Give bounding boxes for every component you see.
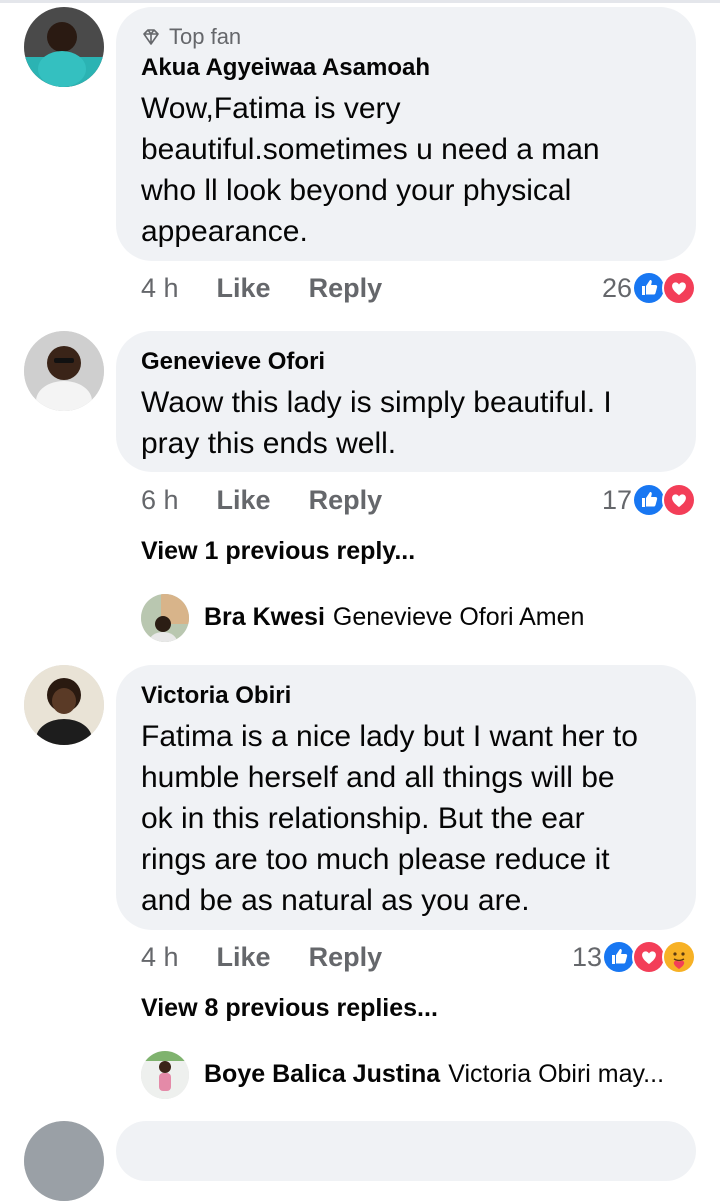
like-button[interactable]: Like <box>217 942 271 973</box>
reply-author[interactable]: Bra Kwesi <box>204 603 325 631</box>
reply-button[interactable]: Reply <box>309 273 383 304</box>
comment-text: Wow,Fatima is very beautiful.sometimes u… <box>141 88 686 252</box>
comment-actions: 4 h Like Reply <box>141 273 420 304</box>
comment-text-line: rings are too much please reduce it <box>141 843 610 876</box>
love-icon <box>662 271 696 305</box>
view-previous-replies-link[interactable]: View 1 previous reply... <box>141 537 415 566</box>
avatar-next-comment[interactable] <box>24 1121 104 1201</box>
comment-text-line: ok in this relationship. But the ear <box>141 802 585 835</box>
avatar-image <box>141 1051 189 1099</box>
comment-actions: 4 h Like Reply <box>141 942 420 973</box>
avatar-image <box>24 1121 104 1201</box>
reaction-count: 26 <box>601 272 632 303</box>
comment-actions: 6 h Like Reply <box>141 485 420 516</box>
comment-text-line: who ll look beyond your physical <box>141 174 572 207</box>
love-icon <box>632 940 666 974</box>
diamond-icon <box>141 27 161 47</box>
top-divider <box>0 0 720 3</box>
reply-author[interactable]: Boye Balica Justina <box>204 1060 440 1088</box>
comment-text: Fatima is a nice lady but I want her to … <box>141 716 686 921</box>
avatar-boye[interactable] <box>141 1051 189 1099</box>
comment-text-line: humble herself and all things will be <box>141 761 615 794</box>
view-previous-replies-link[interactable]: View 8 previous replies... <box>141 994 438 1023</box>
comment-text-line: pray this ends well. <box>141 427 397 460</box>
top-fan-badge: Top fan <box>141 24 241 50</box>
reply-text: Genevieve Ofori Amen <box>332 603 585 631</box>
comment-timestamp[interactable]: 4 h <box>141 273 179 304</box>
reaction-summary[interactable]: 17 <box>602 483 696 517</box>
love-icon <box>662 483 696 517</box>
avatar-image <box>24 7 104 87</box>
like-icon <box>632 271 666 305</box>
badge-label: Top fan <box>169 24 242 49</box>
reaction-summary[interactable]: 26 <box>602 271 696 305</box>
avatar-akua[interactable] <box>24 7 104 87</box>
reply-button[interactable]: Reply <box>309 485 383 516</box>
like-button[interactable]: Like <box>217 485 271 516</box>
comment-text-line: Waow this lady is simply beautiful. I <box>141 386 612 419</box>
avatar-victoria[interactable] <box>24 665 104 745</box>
reply-preview[interactable]: Bra Kwesi Genevieve Ofori Amen <box>204 603 584 632</box>
avatar-genevieve[interactable] <box>24 331 104 411</box>
avatar-image <box>24 665 104 745</box>
like-icon <box>602 940 636 974</box>
comment-timestamp[interactable]: 6 h <box>141 485 179 516</box>
comment-text-line: appearance. <box>141 215 308 248</box>
comment-text-line: and be as natural as you are. <box>141 884 530 917</box>
care-icon <box>662 940 696 974</box>
comment-author[interactable]: Akua Agyeiwaa Asamoah <box>141 54 430 82</box>
reply-preview[interactable]: Boye Balica Justina Victoria Obiri may... <box>204 1060 664 1089</box>
reply-button[interactable]: Reply <box>309 942 383 973</box>
avatar-image <box>141 594 189 642</box>
like-icon <box>632 483 666 517</box>
reply-text: Victoria Obiri may... <box>448 1060 665 1088</box>
comment-author[interactable]: Genevieve Ofori <box>141 348 325 376</box>
avatar-bra-kwesi[interactable] <box>141 594 189 642</box>
comment-text-line: Fatima is a nice lady but I want her to <box>141 720 638 753</box>
reaction-summary[interactable]: 13 <box>572 940 696 974</box>
like-button[interactable]: Like <box>217 273 271 304</box>
reaction-count: 13 <box>571 941 602 972</box>
avatar-image <box>24 331 104 411</box>
comment-text-line: Wow,Fatima is very <box>141 92 401 125</box>
comment-author[interactable]: Victoria Obiri <box>141 682 291 710</box>
reaction-count: 17 <box>601 484 632 515</box>
comment-text-line: beautiful.sometimes u need a man <box>141 133 600 166</box>
comment-bubble[interactable] <box>116 1121 696 1181</box>
comment-text: Waow this lady is simply beautiful. I pr… <box>141 382 686 464</box>
comment-timestamp[interactable]: 4 h <box>141 942 179 973</box>
